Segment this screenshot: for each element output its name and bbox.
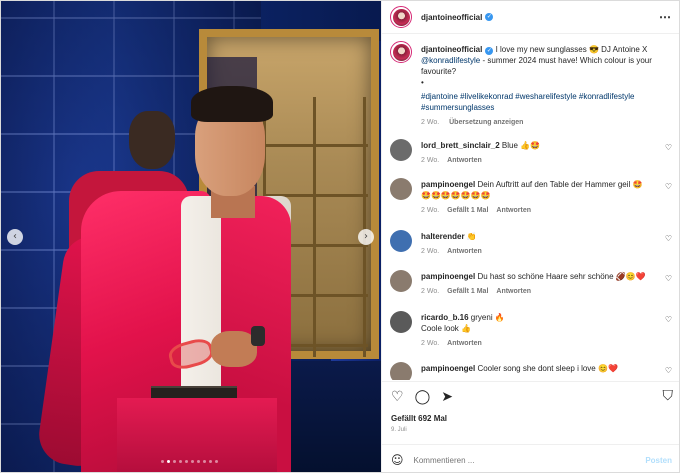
commenter-avatar[interactable]: [390, 270, 412, 292]
commenter-avatar[interactable]: [390, 311, 412, 333]
comment-text: 👏: [464, 232, 477, 241]
caption-avatar[interactable]: [390, 41, 412, 63]
like-comment-icon[interactable]: ♡: [665, 182, 672, 191]
slide-dot: [185, 460, 188, 463]
share-icon[interactable]: ➤: [441, 389, 453, 405]
prev-slide-button[interactable]: ‹: [7, 229, 23, 245]
caption-username[interactable]: djantoineofficial: [421, 45, 482, 54]
caption-bullet: •: [421, 78, 424, 87]
comment-time: 2 Wo.: [421, 288, 440, 295]
main-person: [35, 86, 291, 472]
comment-text: Dein Auftritt auf den Table der Hammer g…: [475, 180, 643, 189]
bookmark-icon[interactable]: ⛉: [663, 388, 674, 404]
slide-dot: [203, 460, 206, 463]
commenter-username[interactable]: pampinoengel: [421, 272, 475, 281]
comment-likes[interactable]: Gefällt 1 Mal: [447, 207, 488, 214]
post-header: djantoineofficial ✓ ⋯: [382, 1, 679, 34]
likes-count[interactable]: Gefällt 692 Mal: [391, 414, 447, 423]
comment-time: 2 Wo.: [421, 340, 440, 347]
comment-text: Blue 👍🤩: [499, 141, 541, 150]
commenter-avatar[interactable]: [390, 230, 412, 252]
commenter-avatar[interactable]: [390, 362, 412, 380]
slide-dot: [191, 460, 194, 463]
reply-button[interactable]: Antworten: [447, 157, 482, 164]
commenter-username[interactable]: ricardo_b.16: [421, 313, 469, 322]
like-icon[interactable]: ♡: [391, 389, 404, 405]
post-dialog: ‹ › djantoineofficial ✓ ⋯ djantoineoffic…: [0, 0, 680, 473]
slide-dot: [209, 460, 212, 463]
comment-time: 2 Wo.: [421, 248, 440, 255]
comment-text: Du hast so schöne Haare sehr schöne 🏈😊❤️: [475, 272, 646, 281]
reply-button[interactable]: Antworten: [447, 340, 482, 347]
comment-input[interactable]: [413, 455, 634, 465]
next-slide-button[interactable]: ›: [358, 229, 374, 245]
slide-dot: [179, 460, 182, 463]
commenter-username[interactable]: pampinoengel: [421, 180, 475, 189]
commenter-username[interactable]: halterender: [421, 232, 465, 241]
slide-dot: [167, 460, 170, 463]
comment-text-line2: Coole look 👍: [421, 324, 471, 333]
translate-link[interactable]: Übersetzung anzeigen: [449, 119, 523, 126]
comment-text: Cooler song she dont sleep i love 😊❤️: [475, 364, 618, 373]
like-comment-icon[interactable]: ♡: [665, 234, 672, 243]
emoji-icon[interactable]: ☺: [391, 453, 404, 467]
comment-bar: ☺ Posten: [382, 444, 679, 472]
caption-hashtags[interactable]: #djantoine #livelikekonrad #wesharelifes…: [421, 91, 671, 113]
comment-time: 2 Wo.: [421, 157, 440, 164]
reply-button[interactable]: Antworten: [447, 248, 482, 255]
post-actions: ♡ ◯ ➤ ⛉ Gefällt 692 Mal 9. Juli ☺ Posten: [382, 381, 679, 472]
comment-icon[interactable]: ◯: [415, 389, 431, 405]
like-comment-icon[interactable]: ♡: [665, 366, 672, 375]
comments-list[interactable]: djantoineofficial ✓ I love my new sunglas…: [382, 35, 679, 380]
belt: [151, 386, 237, 398]
comment-likes[interactable]: Gefällt 1 Mal: [447, 288, 488, 295]
commenter-username[interactable]: pampinoengel: [421, 364, 475, 373]
like-comment-icon[interactable]: ♡: [665, 274, 672, 283]
more-options-icon[interactable]: ⋯: [659, 10, 672, 24]
post-sidebar: djantoineofficial ✓ ⋯ djantoineofficial ✓…: [381, 1, 679, 472]
caption-mention[interactable]: @konradlifestyle: [421, 56, 480, 65]
slide-dot: [197, 460, 200, 463]
post-comment-button[interactable]: Posten: [645, 456, 672, 465]
reply-button[interactable]: Antworten: [496, 207, 531, 214]
post-date: 9. Juli: [391, 427, 407, 433]
caption-text: I love my new sunglasses 😎 DJ Antoine X: [493, 45, 648, 54]
slide-dot: [161, 460, 164, 463]
comment-time: 2 Wo.: [421, 207, 440, 214]
author-username[interactable]: djantoineofficial: [421, 13, 482, 22]
reply-button[interactable]: Antworten: [496, 288, 531, 295]
verified-icon: ✓: [485, 13, 494, 21]
commenter-avatar[interactable]: [390, 178, 412, 200]
like-comment-icon[interactable]: ♡: [665, 315, 672, 324]
comment-text-line2: 🤩🤩🤩🤩🤩🤩🤩: [421, 191, 491, 200]
caption-time: 2 Wo.: [421, 119, 440, 126]
slide-dot: [173, 460, 176, 463]
comment-text: gryeni 🔥: [468, 313, 505, 322]
slide-indicator: [161, 460, 218, 463]
watch: [251, 326, 265, 346]
slide-dot: [215, 460, 218, 463]
post-image[interactable]: ‹ ›: [1, 1, 381, 472]
commenter-username[interactable]: lord_brett_sinclair_2: [421, 141, 500, 150]
commenter-avatar[interactable]: [390, 139, 412, 161]
hair: [191, 86, 273, 122]
author-avatar[interactable]: [390, 6, 412, 28]
like-comment-icon[interactable]: ♡: [665, 143, 672, 152]
